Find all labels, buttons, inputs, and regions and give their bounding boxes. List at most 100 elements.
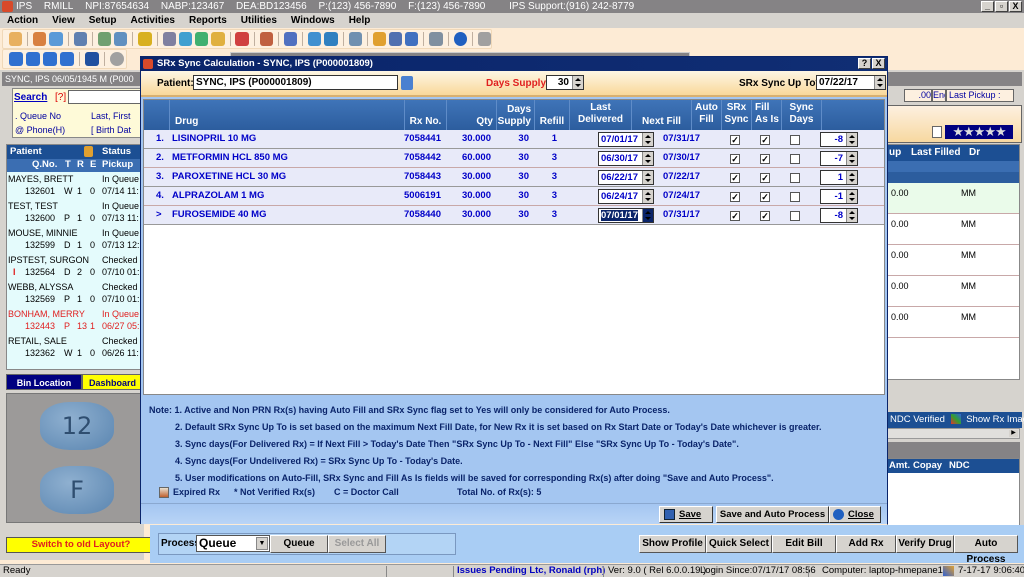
- column-e[interactable]: E: [90, 159, 96, 170]
- last-delivered-field[interactable]: 06/22/17: [598, 170, 654, 185]
- home-icon[interactable]: [49, 32, 63, 46]
- queue-row[interactable]: RETAIL, SALE Checked 132362 W 1 0 06/26 11:: [7, 334, 141, 361]
- quick-select-button[interactable]: Quick Select: [706, 535, 772, 553]
- last-delivered-spinner[interactable]: [642, 152, 653, 165]
- column-status[interactable]: Status: [102, 146, 131, 157]
- search-option-phone[interactable]: @ Phone(H): [15, 125, 65, 135]
- fill-as-is-checkbox[interactable]: [790, 211, 800, 221]
- rx-history-row[interactable]: 0.00 MM: [888, 307, 1019, 338]
- workflow-icon[interactable]: [259, 32, 273, 46]
- auto-fill-checkbox[interactable]: ✓: [730, 192, 740, 202]
- cancel-icon[interactable]: [110, 52, 124, 66]
- sync-days-spinner[interactable]: [846, 171, 857, 184]
- last-delivered-spinner[interactable]: [642, 209, 653, 222]
- column-pickup[interactable]: Pickup: [102, 159, 133, 170]
- horizontal-scrollbar[interactable]: ▶: [887, 428, 1020, 439]
- minimize-button[interactable]: _: [981, 1, 994, 12]
- rx-history-row[interactable]: 0.00 MM: [888, 214, 1019, 245]
- column-fill-as-is[interactable]: Fill As Is: [751, 100, 781, 130]
- srx-sync-checkbox[interactable]: ✓: [760, 154, 770, 164]
- menu-utilities[interactable]: Utilities: [234, 13, 284, 28]
- show-rx-image-link[interactable]: Show Rx Image: [966, 414, 1024, 425]
- add-patient-icon[interactable]: [33, 32, 47, 46]
- rx-row[interactable]: 3. PAROXETINE HCL 30 MG 7058443 30.000 30 3 06…: [144, 168, 884, 187]
- queue-filter-icon[interactable]: [84, 146, 93, 157]
- queue-button[interactable]: Queue: [270, 535, 328, 553]
- sync-days-field[interactable]: -8: [820, 208, 858, 223]
- column-days-supply[interactable]: Days Supply: [496, 100, 534, 130]
- sync-up-to-field[interactable]: 07/22/17: [816, 75, 886, 90]
- column-last-filled[interactable]: Last Filled: [911, 147, 960, 158]
- auto-fill-checkbox[interactable]: ✓: [730, 154, 740, 164]
- rx-row[interactable]: 2. METFORMIN HCL 850 MG 7058442 60.000 30 3 06…: [144, 149, 884, 168]
- rx-row[interactable]: 4. ALPRAZOLAM 1 MG 5006191 30.000 30 3 06/24/1…: [144, 187, 884, 206]
- days-supply-field[interactable]: 30: [546, 75, 584, 90]
- close-window-button[interactable]: X: [1009, 1, 1022, 12]
- last-delivered-spinner[interactable]: [642, 133, 653, 146]
- srx-sync-checkbox[interactable]: ✓: [760, 192, 770, 202]
- column-r[interactable]: R: [77, 159, 84, 170]
- sync-days-field[interactable]: -1: [820, 189, 858, 204]
- last-delivered-field[interactable]: 06/30/17: [598, 151, 654, 166]
- status-issues-pending[interactable]: Issues Pending Ltc, Ronald (rph): [457, 565, 605, 577]
- sync-days-spinner[interactable]: [846, 190, 857, 203]
- queue-row[interactable]: MOUSE, MINNIE In Queue 132599 D 1 0 07/13 12:: [7, 226, 141, 253]
- search-option-last-first[interactable]: Last, First: [91, 111, 131, 121]
- billing-icon[interactable]: [138, 32, 152, 46]
- rx-history-row[interactable]: 0.00 MM: [888, 276, 1019, 307]
- column-pickup-partial[interactable]: up: [889, 147, 901, 158]
- document-icon[interactable]: [932, 126, 942, 138]
- delivery-icon[interactable]: [283, 32, 298, 46]
- user-icon[interactable]: [9, 32, 23, 46]
- search-option-queue-no[interactable]: . Queue No: [15, 111, 61, 121]
- last-record-icon[interactable]: [60, 52, 74, 66]
- menu-activities[interactable]: Activities: [124, 13, 182, 28]
- show-profile-button[interactable]: Show Profile: [639, 535, 706, 553]
- days-supply-spinner[interactable]: [572, 76, 583, 89]
- srx-sync-checkbox[interactable]: ✓: [760, 211, 770, 221]
- column-auto-fill[interactable]: Auto Fill: [691, 100, 721, 130]
- auto-fill-checkbox[interactable]: ✓: [730, 135, 740, 145]
- switch-layout-button[interactable]: Switch to old Layout?: [6, 537, 156, 553]
- rx-row[interactable]: 1. LISINOPRIL 10 MG 7058441 30.000 30 1 07/01/…: [144, 130, 884, 149]
- sync-process-icon[interactable]: [324, 32, 338, 46]
- column-dr[interactable]: Dr: [969, 147, 980, 158]
- last-delivered-field[interactable]: 07/01/17: [598, 132, 654, 147]
- column-patient[interactable]: Patient: [10, 146, 42, 157]
- sync-icon[interactable]: [308, 32, 322, 46]
- srx-sync-checkbox[interactable]: ✓: [760, 173, 770, 183]
- sync-days-field[interactable]: -8: [820, 132, 858, 147]
- save-button[interactable]: Save: [659, 506, 713, 523]
- search-input[interactable]: [68, 90, 148, 104]
- fill-as-is-checkbox[interactable]: [790, 192, 800, 202]
- previous-record-icon[interactable]: [26, 52, 40, 66]
- refill-icon[interactable]: [178, 32, 193, 46]
- column-drug[interactable]: Drug: [169, 100, 404, 130]
- first-record-icon[interactable]: [9, 52, 23, 66]
- fill-as-is-checkbox[interactable]: [790, 135, 800, 145]
- close-button[interactable]: Close: [829, 506, 881, 523]
- menu-action[interactable]: Action: [0, 13, 45, 28]
- column-refill[interactable]: Refill: [534, 100, 569, 130]
- column-qty[interactable]: Qty: [446, 100, 496, 130]
- menu-help[interactable]: Help: [342, 13, 378, 28]
- sync-days-field[interactable]: 1: [820, 170, 858, 185]
- search-option-birth-date[interactable]: [ Birth Dat: [91, 125, 131, 135]
- compare-icon[interactable]: [162, 32, 176, 46]
- column-srx-sync[interactable]: SRx Sync: [721, 100, 751, 130]
- last-delivered-spinner[interactable]: [642, 190, 653, 203]
- sync-days-field[interactable]: -7: [820, 151, 858, 166]
- queue-row[interactable]: MAYES, BRETT In Queue 132601 W 1 0 07/14 11:: [7, 172, 141, 199]
- srx-sync-checkbox[interactable]: ✓: [760, 135, 770, 145]
- queue-row[interactable]: IPSTEST, SURGON Checked 132564 D 2 0 07/10 01:…: [7, 253, 141, 280]
- auto-fill-checkbox[interactable]: ✓: [730, 173, 740, 183]
- queue-row[interactable]: BONHAM, MERRY In Queue 132443 P 13 1 06/27 05:: [7, 307, 141, 334]
- queue-row[interactable]: TEST, TEST In Queue 132600 P 1 0 07/13 11:: [7, 199, 141, 226]
- search-icon[interactable]: [235, 32, 249, 46]
- menu-reports[interactable]: Reports: [182, 13, 234, 28]
- label-icon[interactable]: [388, 32, 403, 46]
- last-delivered-field[interactable]: 06/24/17: [598, 189, 654, 204]
- restore-button[interactable]: ▫: [995, 1, 1008, 12]
- fill-as-is-checkbox[interactable]: [790, 154, 800, 164]
- help-icon[interactable]: [453, 32, 467, 46]
